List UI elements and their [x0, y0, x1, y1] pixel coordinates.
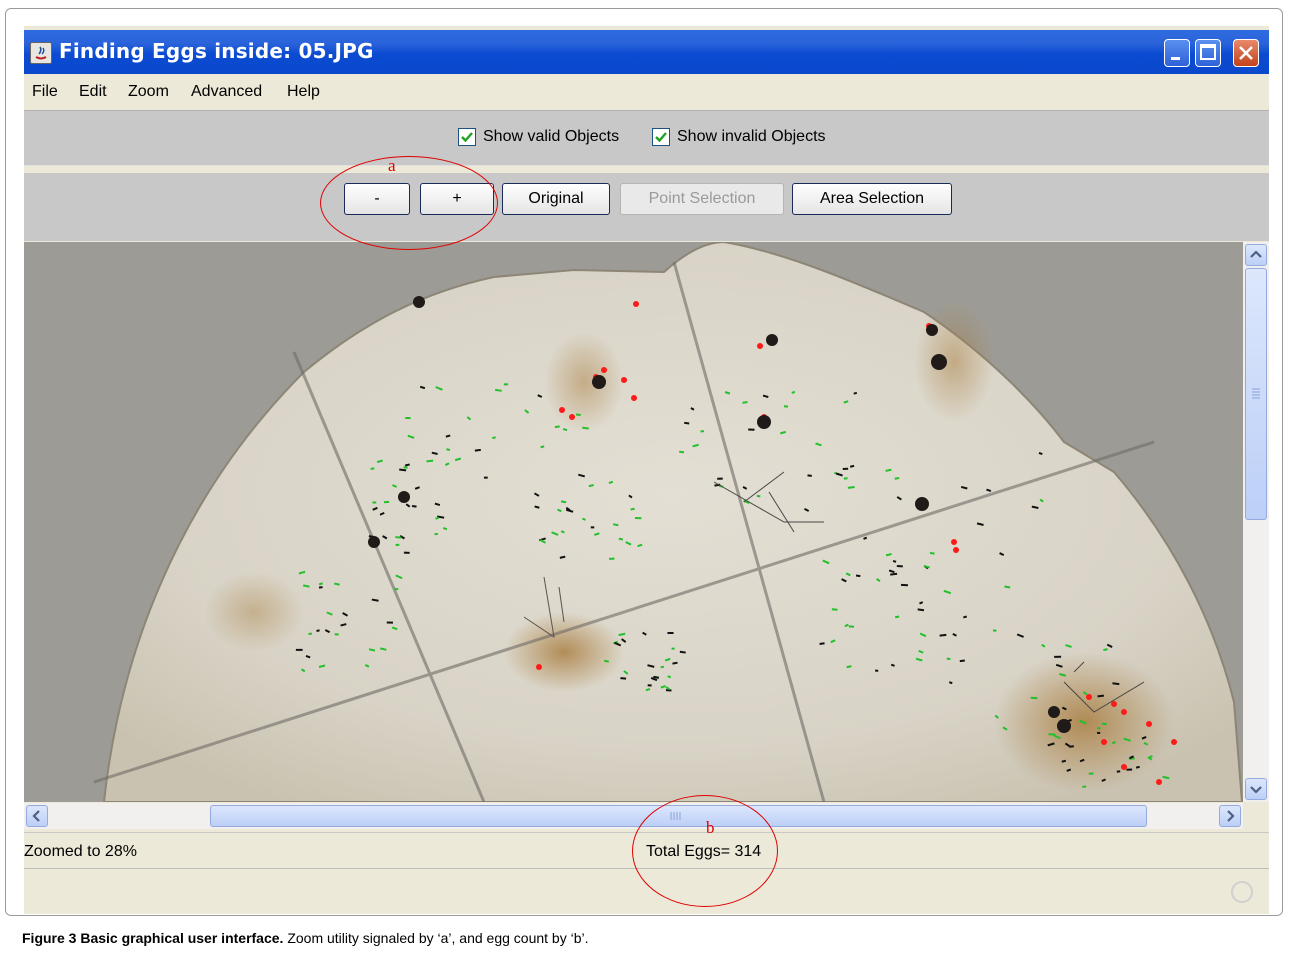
- chevron-left-icon: [32, 810, 40, 822]
- caption-text: Zoom utility signaled by ‘a’, and egg co…: [283, 930, 589, 946]
- caption-label: Figure 3 Basic graphical user interface.: [22, 930, 284, 946]
- point-selection-button[interactable]: Point Selection: [620, 183, 784, 215]
- vertical-scroll-thumb[interactable]: [1245, 268, 1267, 520]
- show-valid-label[interactable]: Show valid Objects: [483, 128, 619, 146]
- minimize-button[interactable]: [1164, 39, 1190, 67]
- show-valid-checkbox[interactable]: [458, 128, 476, 146]
- menu-bar: File Edit Zoom Advanced Help: [24, 76, 1269, 108]
- scroll-up-button[interactable]: [1245, 244, 1267, 266]
- checkmark-icon: [655, 132, 667, 143]
- annotation-circle-b: [632, 795, 778, 907]
- app-window: Finding Eggs inside: 05.JPG File Edit Zo…: [24, 26, 1269, 914]
- filter-bar: Show valid Objects Show invalid Objects: [24, 110, 1269, 166]
- chevron-up-icon: [1250, 250, 1262, 258]
- menu-advanced[interactable]: Advanced: [191, 83, 262, 101]
- image-viewport[interactable]: [24, 242, 1243, 802]
- checkmark-icon: [461, 132, 473, 143]
- scroll-corner: [1243, 803, 1269, 829]
- chevron-down-icon: [1250, 786, 1262, 794]
- menu-help[interactable]: Help: [287, 83, 320, 101]
- zoom-status: Zoomed to 28%: [24, 843, 137, 860]
- close-button[interactable]: [1233, 39, 1259, 67]
- vertical-scrollbar[interactable]: [1243, 242, 1269, 802]
- menu-file[interactable]: File: [32, 83, 58, 101]
- progress-ring-icon: [1231, 881, 1253, 903]
- horizontal-scrollbar[interactable]: [24, 803, 1243, 829]
- scroll-left-button[interactable]: [26, 805, 48, 827]
- show-invalid-label[interactable]: Show invalid Objects: [677, 128, 826, 146]
- show-invalid-checkbox[interactable]: [652, 128, 670, 146]
- annotation-label-a: a: [388, 156, 396, 175]
- title-bar[interactable]: Finding Eggs inside: 05.JPG: [24, 30, 1269, 74]
- area-selection-button[interactable]: Area Selection: [792, 183, 952, 215]
- java-app-icon: [30, 42, 52, 64]
- menu-zoom[interactable]: Zoom: [128, 83, 169, 101]
- scroll-down-button[interactable]: [1245, 778, 1267, 800]
- annotation-circle-a: [320, 156, 498, 250]
- maximize-button[interactable]: [1195, 39, 1221, 67]
- toolbar: - + Original Point Selection Area Select…: [24, 173, 1269, 241]
- annotation-label-b: b: [706, 818, 715, 837]
- scroll-right-button[interactable]: [1219, 805, 1241, 827]
- figure-caption: Figure 3 Basic graphical user interface.…: [22, 930, 589, 946]
- original-button[interactable]: Original: [502, 183, 610, 215]
- menu-edit[interactable]: Edit: [79, 83, 107, 101]
- chevron-right-icon: [1227, 810, 1235, 822]
- window-title: Finding Eggs inside: 05.JPG: [59, 39, 374, 63]
